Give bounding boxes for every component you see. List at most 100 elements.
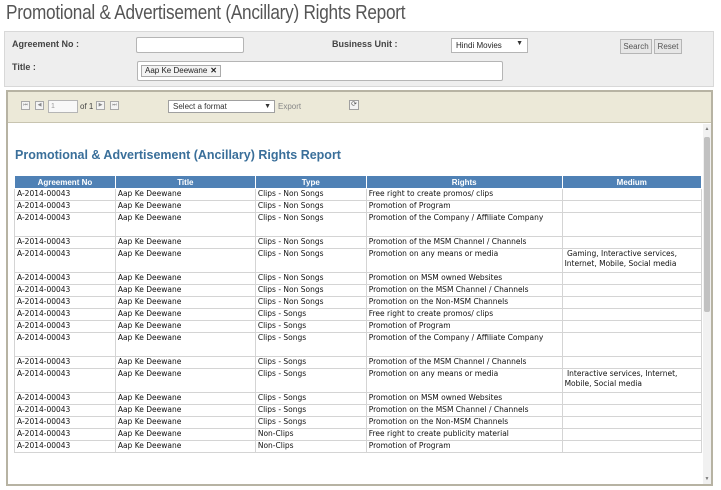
table-row: A-2014-00043 Aap Ke Deewane Clips - Non So… <box>14 284 702 297</box>
column-header: Agreement No <box>14 175 116 189</box>
type-cell: Clips - Songs <box>254 308 367 321</box>
agreement-cell: A-2014-00043 <box>14 212 116 237</box>
table-row: A-2014-00043 Aap Ke Deewane Clips - Songs P… <box>14 404 702 417</box>
rights-cell: Promotion of the MSM Channel / Channels <box>365 356 563 369</box>
type-cell: Clips - Songs <box>254 368 367 393</box>
title-cell: Aap Ke Deewane <box>114 332 256 357</box>
table-row: A-2014-00043 Aap Ke Deewane Non-Clips Promo… <box>14 440 702 453</box>
medium-cell <box>561 284 702 297</box>
type-cell: Clips - Non Songs <box>254 248 367 273</box>
table-row: A-2014-00043 Aap Ke Deewane Clips - Songs P… <box>14 368 702 393</box>
type-cell: Clips - Songs <box>254 416 367 429</box>
agreement-cell: A-2014-00043 <box>14 368 116 393</box>
previous-page-icon[interactable]: ◀ <box>35 101 44 110</box>
title-cell: Aap Ke Deewane <box>114 404 256 417</box>
title-multiselect[interactable]: Aap Ke Deewane ✕ <box>137 61 503 81</box>
rights-cell: Promotion of the Company / Affiliate Com… <box>365 212 563 237</box>
medium-cell <box>561 272 702 285</box>
type-cell: Clips - Songs <box>254 332 367 357</box>
title-cell: Aap Ke Deewane <box>114 308 256 321</box>
medium-cell <box>561 440 702 453</box>
export-link[interactable]: Export <box>278 102 301 111</box>
chevron-down-icon: ▼ <box>516 40 523 47</box>
page-title: Promotional & Advertisement (Ancillary) … <box>6 2 406 24</box>
business-unit-label: Business Unit : <box>332 39 398 49</box>
medium-cell <box>561 404 702 417</box>
scroll-down-icon[interactable]: ▼ <box>704 476 710 482</box>
medium-cell: Gaming, Interactive services, Internet, … <box>561 248 702 273</box>
table-row: A-2014-00043 Aap Ke Deewane Clips - Songs P… <box>14 320 702 333</box>
first-page-icon[interactable]: ⏮ <box>21 101 30 110</box>
agreement-cell: A-2014-00043 <box>14 392 116 405</box>
reset-button[interactable]: Reset <box>654 39 682 54</box>
medium-cell <box>561 212 702 237</box>
search-button[interactable]: Search <box>620 39 652 54</box>
refresh-icon[interactable]: ⟳ <box>349 100 359 110</box>
agreement-cell: A-2014-00043 <box>14 296 116 309</box>
scroll-thumb[interactable] <box>704 137 710 312</box>
table-row: A-2014-00043 Aap Ke Deewane Clips - Songs P… <box>14 392 702 405</box>
rights-cell: Promotion on the MSM Channel / Channels <box>365 284 563 297</box>
medium-cell <box>561 236 702 249</box>
scroll-up-icon[interactable]: ▲ <box>704 126 710 132</box>
title-cell: Aap Ke Deewane <box>114 416 256 429</box>
agreement-input[interactable] <box>136 37 244 53</box>
agreement-cell: A-2014-00043 <box>14 440 116 453</box>
title-tag: Aap Ke Deewane ✕ <box>141 65 221 77</box>
agreement-cell: A-2014-00043 <box>14 308 116 321</box>
medium-cell <box>561 308 702 321</box>
column-header: Type <box>254 175 367 189</box>
medium-cell <box>561 188 702 201</box>
type-cell: Non-Clips <box>254 428 367 441</box>
last-page-icon[interactable]: ⏭ <box>110 101 119 110</box>
agreement-cell: A-2014-00043 <box>14 416 116 429</box>
rights-cell: Promotion of Program <box>365 320 563 333</box>
title-cell: Aap Ke Deewane <box>114 296 256 309</box>
rights-cell: Promotion on any means or media <box>365 368 563 393</box>
rights-cell: Free right to create promos/ clips <box>365 308 563 321</box>
format-placeholder: Select a format <box>173 102 227 111</box>
agreement-cell: A-2014-00043 <box>14 404 116 417</box>
medium-cell <box>561 428 702 441</box>
agreement-cell: A-2014-00043 <box>14 356 116 369</box>
rights-cell: Promotion on MSM owned Websites <box>365 272 563 285</box>
title-label: Title : <box>12 62 36 72</box>
page-number-input[interactable]: 1 <box>48 100 78 113</box>
title-cell: Aap Ke Deewane <box>114 356 256 369</box>
table-header-row: Agreement No Title Type Rights Medium <box>14 175 702 189</box>
title-cell: Aap Ke Deewane <box>114 236 256 249</box>
agreement-label: Agreement No : <box>12 39 80 49</box>
type-cell: Clips - Songs <box>254 356 367 369</box>
column-header: Title <box>114 175 256 189</box>
title-tag-label: Aap Ke Deewane <box>145 66 208 75</box>
rights-cell: Promotion on the Non-MSM Channels <box>365 416 563 429</box>
remove-tag-icon[interactable]: ✕ <box>210 66 217 75</box>
business-unit-select[interactable]: Hindi Movies ▼ <box>451 38 528 53</box>
report-title: Promotional & Advertisement (Ancillary) … <box>15 148 341 162</box>
filter-panel: Agreement No : Business Unit : Hindi Mov… <box>4 31 714 87</box>
title-cell: Aap Ke Deewane <box>114 320 256 333</box>
table-row: A-2014-00043 Aap Ke Deewane Clips - Non So… <box>14 212 702 237</box>
title-cell: Aap Ke Deewane <box>114 200 256 213</box>
column-header: Rights <box>365 175 563 189</box>
next-page-icon[interactable]: ▶ <box>96 101 105 110</box>
agreement-cell: A-2014-00043 <box>14 248 116 273</box>
medium-cell <box>561 296 702 309</box>
table-row: A-2014-00043 Aap Ke Deewane Clips - Songs F… <box>14 308 702 321</box>
page-count: of 1 <box>80 102 94 111</box>
agreement-cell: A-2014-00043 <box>14 188 116 201</box>
title-cell: Aap Ke Deewane <box>114 440 256 453</box>
rights-cell: Promotion of the Company / Affiliate Com… <box>365 332 563 357</box>
table-row: A-2014-00043 Aap Ke Deewane Clips - Non So… <box>14 236 702 249</box>
table-row: A-2014-00043 Aap Ke Deewane Clips - Non So… <box>14 248 702 273</box>
type-cell: Clips - Non Songs <box>254 212 367 237</box>
table-row: A-2014-00043 Aap Ke Deewane Clips - Songs P… <box>14 356 702 369</box>
type-cell: Clips - Songs <box>254 392 367 405</box>
table-row: A-2014-00043 Aap Ke Deewane Clips - Non So… <box>14 188 702 201</box>
vertical-scrollbar[interactable]: ▲ ▼ <box>703 124 711 484</box>
rights-cell: Promotion on the Non-MSM Channels <box>365 296 563 309</box>
column-header: Medium <box>561 175 702 189</box>
medium-cell <box>561 416 702 429</box>
export-format-select[interactable]: Select a format ▼ <box>168 100 275 113</box>
rights-cell: Free right to create publicity material <box>365 428 563 441</box>
